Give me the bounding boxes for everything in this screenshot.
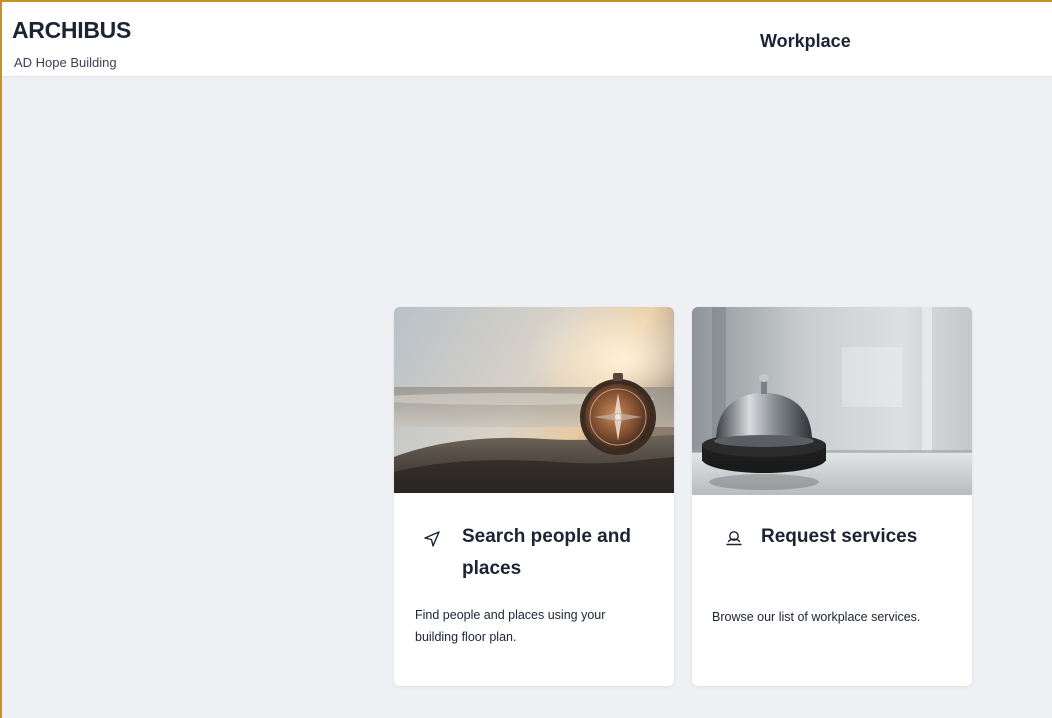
brand-logo[interactable]: ARCHIBUS <box>12 17 131 44</box>
card-description: Find people and places using your buildi… <box>415 608 606 644</box>
compass-photo <box>394 307 674 493</box>
card-title: Search people and places <box>462 526 631 579</box>
request-services-card[interactable]: Request services Browse our list of work… <box>692 307 972 686</box>
search-people-places-card[interactable]: Search people and places Find people and… <box>394 307 674 686</box>
app-frame: ARCHIBUS AD Hope Building Workplace Sear… <box>0 0 1052 718</box>
building-name: AD Hope Building <box>14 55 117 70</box>
navigation-arrow-icon <box>424 531 440 547</box>
service-bell-photo <box>692 307 972 495</box>
page-title: Workplace <box>760 31 851 51</box>
concierge-bell-icon <box>726 531 742 546</box>
card-description: Browse our list of workplace services. <box>712 610 921 624</box>
card-title: Request services <box>761 526 918 547</box>
app-header: ARCHIBUS AD Hope Building Workplace <box>2 2 1052 76</box>
